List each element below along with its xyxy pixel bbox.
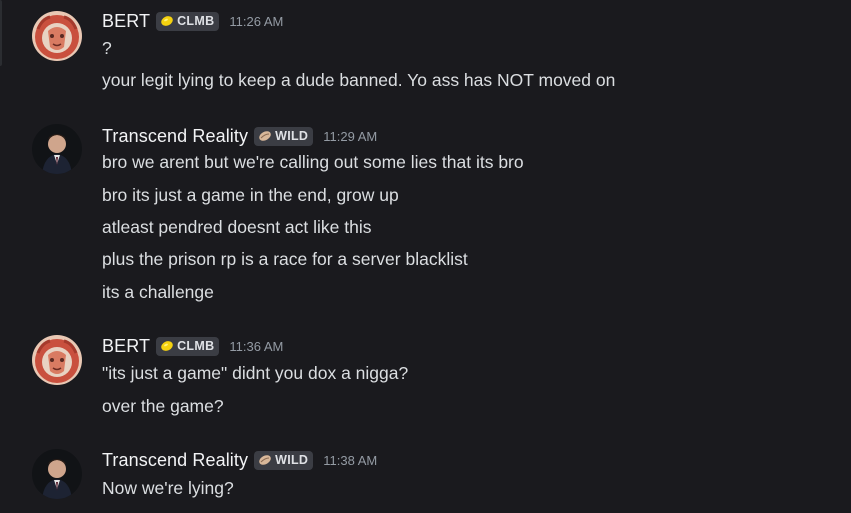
avatar-transcend-reality[interactable] (32, 124, 82, 174)
username[interactable]: Transcend Reality (102, 126, 248, 147)
guild-tag-label: CLMB (177, 339, 215, 353)
guild-tag[interactable]: CLMB (156, 336, 220, 356)
guild-tag[interactable]: WILD (254, 126, 314, 146)
message-text: bro we arent but we're calling out some … (102, 152, 524, 172)
message-text: your legit lying to keep a dude banned. … (102, 70, 616, 90)
message-header: Transcend Reality WILD 11:29 AM (102, 124, 377, 148)
message-header: BERT CLMB 11:36 AM (102, 334, 283, 358)
message-text: ? (102, 38, 112, 58)
username[interactable]: BERT (102, 11, 150, 32)
message-header: BERT CLMB 11:26 AM (102, 9, 283, 33)
timestamp[interactable]: 11:29 AM (323, 129, 377, 144)
message-header: Transcend Reality WILD 11:38 AM (102, 448, 377, 472)
username[interactable]: Transcend Reality (102, 450, 248, 471)
lemon-icon (160, 15, 174, 27)
scroll-edge (0, 0, 2, 66)
avatar-transcend-reality[interactable] (32, 449, 82, 499)
guild-tag-label: CLMB (177, 14, 215, 28)
seed-icon (258, 454, 272, 466)
avatar-bert[interactable] (32, 11, 82, 61)
message-text: atleast pendred doesnt act like this (102, 217, 372, 237)
message-text: over the game? (102, 396, 224, 416)
chat-message-list[interactable]: BERT CLMB 11:26 AM ? your legit lying to… (0, 0, 851, 513)
guild-tag[interactable]: CLMB (156, 11, 220, 31)
message-text: bro its just a game in the end, grow up (102, 185, 399, 205)
guild-tag[interactable]: WILD (254, 450, 314, 470)
timestamp[interactable]: 11:38 AM (323, 453, 377, 468)
message-text: plus the prison rp is a race for a serve… (102, 249, 468, 269)
timestamp[interactable]: 11:26 AM (229, 14, 283, 29)
message-text: its a challenge (102, 282, 214, 302)
timestamp[interactable]: 11:36 AM (229, 339, 283, 354)
username[interactable]: BERT (102, 336, 150, 357)
lemon-icon (160, 340, 174, 352)
seed-icon (258, 130, 272, 142)
message-text: "its just a game" didnt you dox a nigga? (102, 363, 409, 383)
guild-tag-label: WILD (275, 129, 309, 143)
message-text: Now we're lying? (102, 478, 234, 498)
guild-tag-label: WILD (275, 453, 309, 467)
avatar-bert[interactable] (32, 335, 82, 385)
